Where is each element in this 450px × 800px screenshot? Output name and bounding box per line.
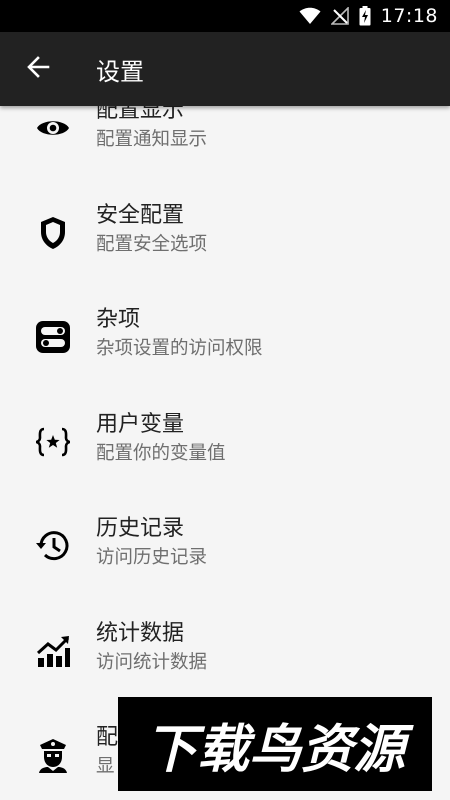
settings-item-title: 安全配置 <box>96 202 185 228</box>
settings-item-title: 历史记录 <box>96 516 185 541</box>
settings-item-subtitle: 显 <box>96 756 115 777</box>
watermark-text: 下载鸟资源 <box>144 719 405 780</box>
settings-item-security[interactable]: 安全配置 配置安全选项 <box>0 190 450 295</box>
settings-item-subtitle: 杂项设置的访问权限 <box>96 338 263 359</box>
back-button[interactable] <box>0 32 76 106</box>
settings-item-title: 用户变量 <box>96 411 185 437</box>
settings-item-user-variables[interactable]: 用户变量 配置你的变量值 <box>0 399 450 504</box>
settings-item-subtitle: 访问历史记录 <box>96 547 208 568</box>
wifi-icon <box>299 7 321 25</box>
page-title: 设置 <box>96 57 144 86</box>
battery-charging-icon <box>359 6 371 26</box>
settings-list: 配置显示 配置通知显示 安全配置 配置安全选项 杂项 杂项设置的访问权限 用户变… <box>0 106 450 800</box>
shield-icon <box>34 214 72 252</box>
toggles-icon <box>34 318 72 356</box>
no-signal-icon <box>330 7 349 25</box>
status-bar: 17:18 <box>0 0 450 32</box>
settings-item-subtitle: 配置安全选项 <box>96 233 208 255</box>
history-icon <box>34 527 72 565</box>
settings-item-title: 杂项 <box>96 307 141 332</box>
settings-item-subtitle: 配置通知显示 <box>96 129 208 150</box>
settings-item-history[interactable]: 历史记录 访问历史记录 <box>0 503 450 608</box>
variable-braces-icon <box>34 423 72 461</box>
settings-item-subtitle: 访问统计数据 <box>96 651 208 673</box>
settings-item-title: 统计数据 <box>96 620 185 646</box>
settings-item-misc[interactable]: 杂项 杂项设置的访问权限 <box>0 294 450 399</box>
app-bar: 设置 <box>0 32 450 106</box>
settings-item-display[interactable]: 配置显示 配置通知显示 <box>0 106 450 190</box>
eye-icon <box>34 109 72 147</box>
watermark-logo: 下载鸟资源 <box>118 697 432 791</box>
police-icon <box>34 736 72 774</box>
arrow-left-icon <box>26 56 50 82</box>
settings-item-title: 配置显示 <box>96 106 185 123</box>
settings-item-title: 配 <box>96 725 119 750</box>
settings-item-subtitle: 配置你的变量值 <box>96 442 226 464</box>
chart-icon <box>34 632 72 670</box>
status-time: 17:18 <box>380 5 438 27</box>
